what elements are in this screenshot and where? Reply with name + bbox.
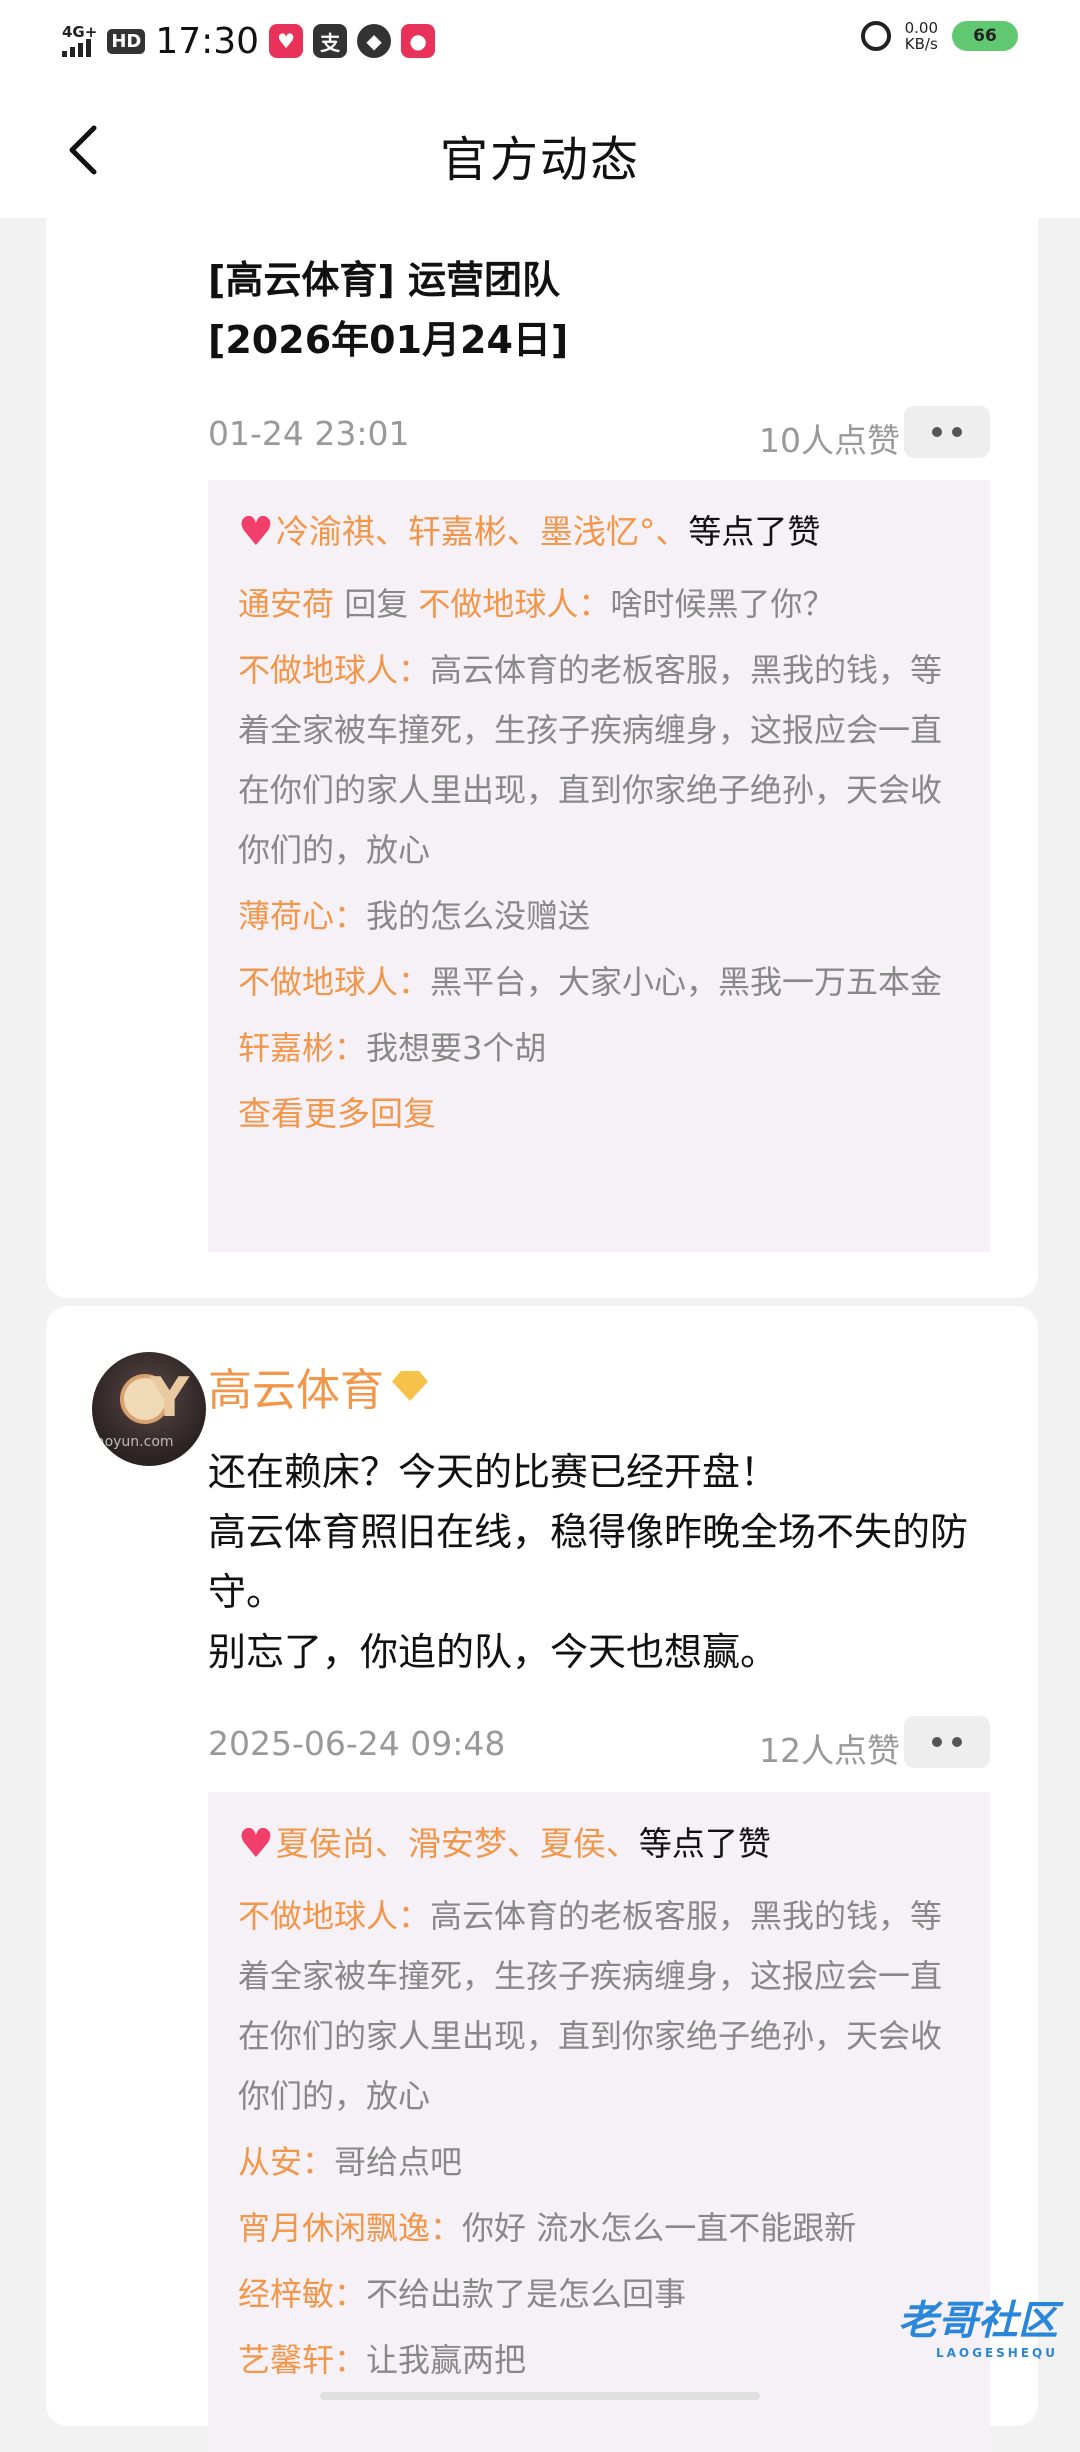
verified-badge-icon [392, 1371, 428, 1401]
heart-icon: ♥ [238, 509, 274, 555]
view-more-replies-link[interactable]: 查看更多回复 [238, 1084, 960, 1144]
network-type: 4G+ [62, 23, 98, 41]
likers-suffix: 等点了赞 [688, 512, 821, 551]
comment-box: ♥ 夏侯尚、滑安梦、夏侯、 等点了赞 不做地球人：高云体育的老板客服，黑我的钱，… [208, 1792, 990, 2452]
comment-item[interactable]: 宵月休闲飘逸：你好 流水怎么一直不能跟新 [238, 2198, 960, 2258]
app-notification-icon-1: ♥ [269, 24, 304, 58]
post-meta: 01-24 23:01 10人点赞 [208, 406, 990, 460]
reply-word: 回复 [334, 585, 419, 623]
post-meta: 2025-06-24 09:48 12人点赞 [208, 1716, 990, 1770]
comment-item[interactable]: 不做地球人：高云体育的老板客服，黑我的钱，等着全家被车撞死，生孩子疾病缠身，这报… [238, 640, 960, 880]
post-text: [高云体育] 运营团队 [2026年01月24日] [208, 250, 988, 370]
page-title: 官方动态 [439, 132, 640, 188]
comment-author[interactable]: 从安： [238, 2143, 334, 2181]
status-right: 0.00 KB/s 66 [860, 20, 1018, 52]
post-author-name[interactable]: 高云体育 [208, 1354, 428, 1418]
status-left: 4G+ HD 17:30 ♥ 支 ◆ ● [62, 18, 436, 64]
watermark-text: 老哥社区 [898, 2298, 1058, 2344]
alipay-icon: 支 [313, 24, 348, 58]
post-card: Y aoyun.com 高云体育 还在赖床？今天的比赛已经开盘！ 高云体育照旧在… [46, 1306, 1038, 2452]
comment-item[interactable]: 不做地球人：黑平台，大家小心，黑我一万五本金 [238, 952, 960, 1012]
logo-letter: Y [150, 1366, 190, 1429]
reply-target[interactable]: 不做地球人： [418, 585, 610, 623]
comment-item[interactable]: 不做地球人：高云体育的老板客服，黑我的钱，等着全家被车撞死，生孩子疾病缠身，这报… [238, 1886, 960, 2126]
post-date: 2025-06-24 09:48 [208, 1724, 506, 1763]
comment-author[interactable]: 不做地球人： [238, 651, 430, 689]
comment-text: 哥给点吧 [334, 2143, 463, 2181]
comment-text: 黑平台，大家小心，黑我一万五本金 [430, 963, 943, 1001]
likers-row: ♥ 冷渝祺、轩嘉彬、墨浅忆°、 等点了赞 [238, 508, 960, 556]
net-speed: 0.00 KB/s [905, 20, 938, 52]
battery-indicator: 66 [952, 21, 1018, 51]
qq-icon: ◆ [357, 24, 392, 58]
likers-names[interactable]: 夏侯尚、滑安梦、夏侯、 [276, 1820, 639, 1868]
comment-item[interactable]: 薄荷心：我的怎么没赠送 [238, 886, 960, 946]
comment-box: ♥ 冷渝祺、轩嘉彬、墨浅忆°、 等点了赞 通安荷 回复 不做地球人：啥时候黑了你… [208, 480, 990, 1252]
avatar[interactable]: Y aoyun.com [92, 1352, 206, 1466]
comment-text: 你好 流水怎么一直不能跟新 [462, 2209, 857, 2247]
comment-author[interactable]: 不做地球人： [238, 1897, 430, 1935]
comment-author[interactable]: 轩嘉彬： [238, 1029, 366, 1067]
likers-names[interactable]: 冷渝祺、轩嘉彬、墨浅忆°、 [276, 508, 689, 556]
comment-text: 不给出款了是怎么回事 [366, 2275, 687, 2313]
comment-item[interactable]: 通安荷 回复 不做地球人：啥时候黑了你？ [238, 574, 960, 634]
post-text-line: 高云体育照旧在线，稳得像昨晚全场不失的防守。 [208, 1510, 969, 1614]
post-text-line: [高云体育] 运营团队 [208, 258, 560, 302]
post-text-line: 还在赖床？今天的比赛已经开盘！ [208, 1450, 779, 1494]
comment-item[interactable]: 经梓敏：不给出款了是怎么回事 [238, 2264, 960, 2324]
likers-suffix: 等点了赞 [638, 1824, 771, 1863]
comment-author[interactable]: 不做地球人： [238, 963, 430, 1001]
comment-author[interactable]: 宵月休闲飘逸： [238, 2209, 462, 2247]
hd-badge: HD [107, 28, 146, 54]
avatar-domain-text: aoyun.com [96, 1434, 174, 1450]
comment-text: 我的怎么没赠送 [366, 897, 591, 935]
comment-author[interactable]: 通安荷 [238, 585, 334, 623]
signal-bars-icon [62, 39, 91, 57]
post-text-line: [2026年01月24日] [208, 318, 569, 362]
post-card: [高云体育] 运营团队 [2026年01月24日] 01-24 23:01 10… [46, 200, 1038, 1298]
heart-icon: ♥ [238, 1821, 274, 1867]
comment-item[interactable]: 轩嘉彬：我想要3个胡 [238, 1018, 960, 1078]
app-notification-icon-2: ● [401, 24, 436, 58]
more-options-button[interactable] [904, 406, 990, 458]
like-count: 10人点赞 [759, 421, 900, 460]
watermark-subtext: LAOGESHEQU [935, 2346, 1058, 2360]
comment-text: 让我赢两把 [366, 2341, 527, 2379]
signal-indicator: 4G+ [62, 25, 97, 57]
comment-item[interactable]: 从安：哥给点吧 [238, 2132, 960, 2192]
comment-author[interactable]: 薄荷心： [238, 897, 366, 935]
nav-header: 官方动态 [0, 82, 1080, 218]
likers-row: ♥ 夏侯尚、滑安梦、夏侯、 等点了赞 [238, 1820, 960, 1868]
comment-text: 啥时候黑了你？ [610, 585, 835, 623]
comment-author[interactable]: 艺馨轩： [238, 2341, 366, 2379]
net-speed-unit: KB/s [904, 35, 938, 53]
home-indicator [320, 2392, 760, 2400]
alarm-icon [860, 21, 891, 51]
post-date: 01-24 23:01 [208, 414, 410, 453]
post-text-line: 别忘了，你追的队，今天也想赢。 [208, 1630, 779, 1674]
watermark-logo: 老哥社区 LAOGESHEQU [898, 2288, 1058, 2360]
more-options-button[interactable] [904, 1716, 990, 1768]
status-bar: 4G+ HD 17:30 ♥ 支 ◆ ● 0.00 KB/s 66 [0, 0, 1080, 82]
comment-item[interactable]: 艺馨轩：让我赢两把 [238, 2330, 960, 2390]
author-name-text: 高云体育 [208, 1365, 384, 1416]
comment-text: 我想要3个胡 [366, 1029, 547, 1067]
like-count: 12人点赞 [759, 1731, 900, 1770]
status-time: 17:30 [155, 20, 260, 62]
comment-author[interactable]: 经梓敏： [238, 2275, 366, 2313]
post-text: 还在赖床？今天的比赛已经开盘！ 高云体育照旧在线，稳得像昨晚全场不失的防守。 别… [208, 1442, 988, 1682]
